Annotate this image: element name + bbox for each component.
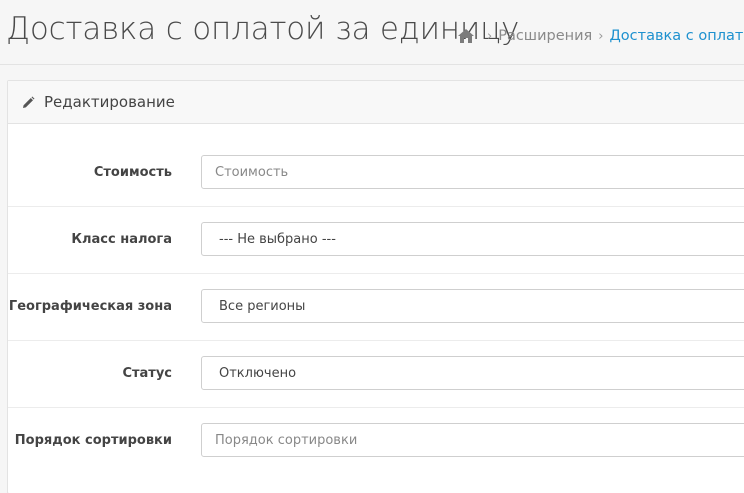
geo-zone-label: Географическая зона bbox=[8, 299, 172, 314]
form-row-cost: Стоимость bbox=[8, 140, 744, 207]
home-icon[interactable] bbox=[457, 28, 475, 44]
sort-order-input[interactable] bbox=[201, 423, 744, 457]
form-row-geo-zone: Географическая зона Все регионы bbox=[8, 274, 744, 341]
breadcrumb-separator: › bbox=[598, 28, 604, 44]
form-row-status: Статус Отключено bbox=[8, 341, 744, 408]
geo-zone-selected-value: Все регионы bbox=[219, 298, 306, 314]
panel-heading: Редактирование bbox=[8, 81, 744, 124]
geo-zone-select[interactable]: Все регионы bbox=[201, 289, 744, 323]
cost-label: Стоимость bbox=[93, 165, 172, 180]
page-header: Доставка с оплатой за единицу › Расширен… bbox=[0, 0, 744, 65]
tax-class-select[interactable]: --- Не выбрано --- bbox=[201, 222, 744, 256]
tax-class-label: Класс налога bbox=[71, 232, 172, 247]
breadcrumb-item-current[interactable]: Доставка с оплатой за единицу bbox=[609, 28, 744, 44]
page-title: Доставка с оплатой за единицу bbox=[6, 11, 520, 47]
breadcrumb-item-extensions[interactable]: Расширения bbox=[498, 28, 592, 44]
status-select[interactable]: Отключено bbox=[201, 356, 744, 390]
cost-input[interactable] bbox=[201, 155, 744, 189]
form-row-sort-order: Порядок сортировки bbox=[8, 408, 744, 474]
page: Доставка с оплатой за единицу › Расширен… bbox=[0, 0, 744, 493]
sort-order-label: Порядок сортировки bbox=[14, 433, 172, 448]
breadcrumb: › Расширения › Доставка с оплатой за еди… bbox=[457, 24, 744, 48]
form-row-tax-class: Класс налога --- Не выбрано --- bbox=[8, 207, 744, 274]
pencil-icon bbox=[21, 95, 35, 109]
edit-panel: Редактирование Стоимость Класс налога --… bbox=[7, 80, 744, 493]
status-selected-value: Отключено bbox=[219, 365, 297, 381]
tax-class-selected-value: --- Не выбрано --- bbox=[219, 231, 336, 247]
breadcrumb-separator: › bbox=[487, 28, 493, 44]
status-label: Статус bbox=[122, 366, 172, 381]
panel-title: Редактирование bbox=[44, 93, 175, 111]
